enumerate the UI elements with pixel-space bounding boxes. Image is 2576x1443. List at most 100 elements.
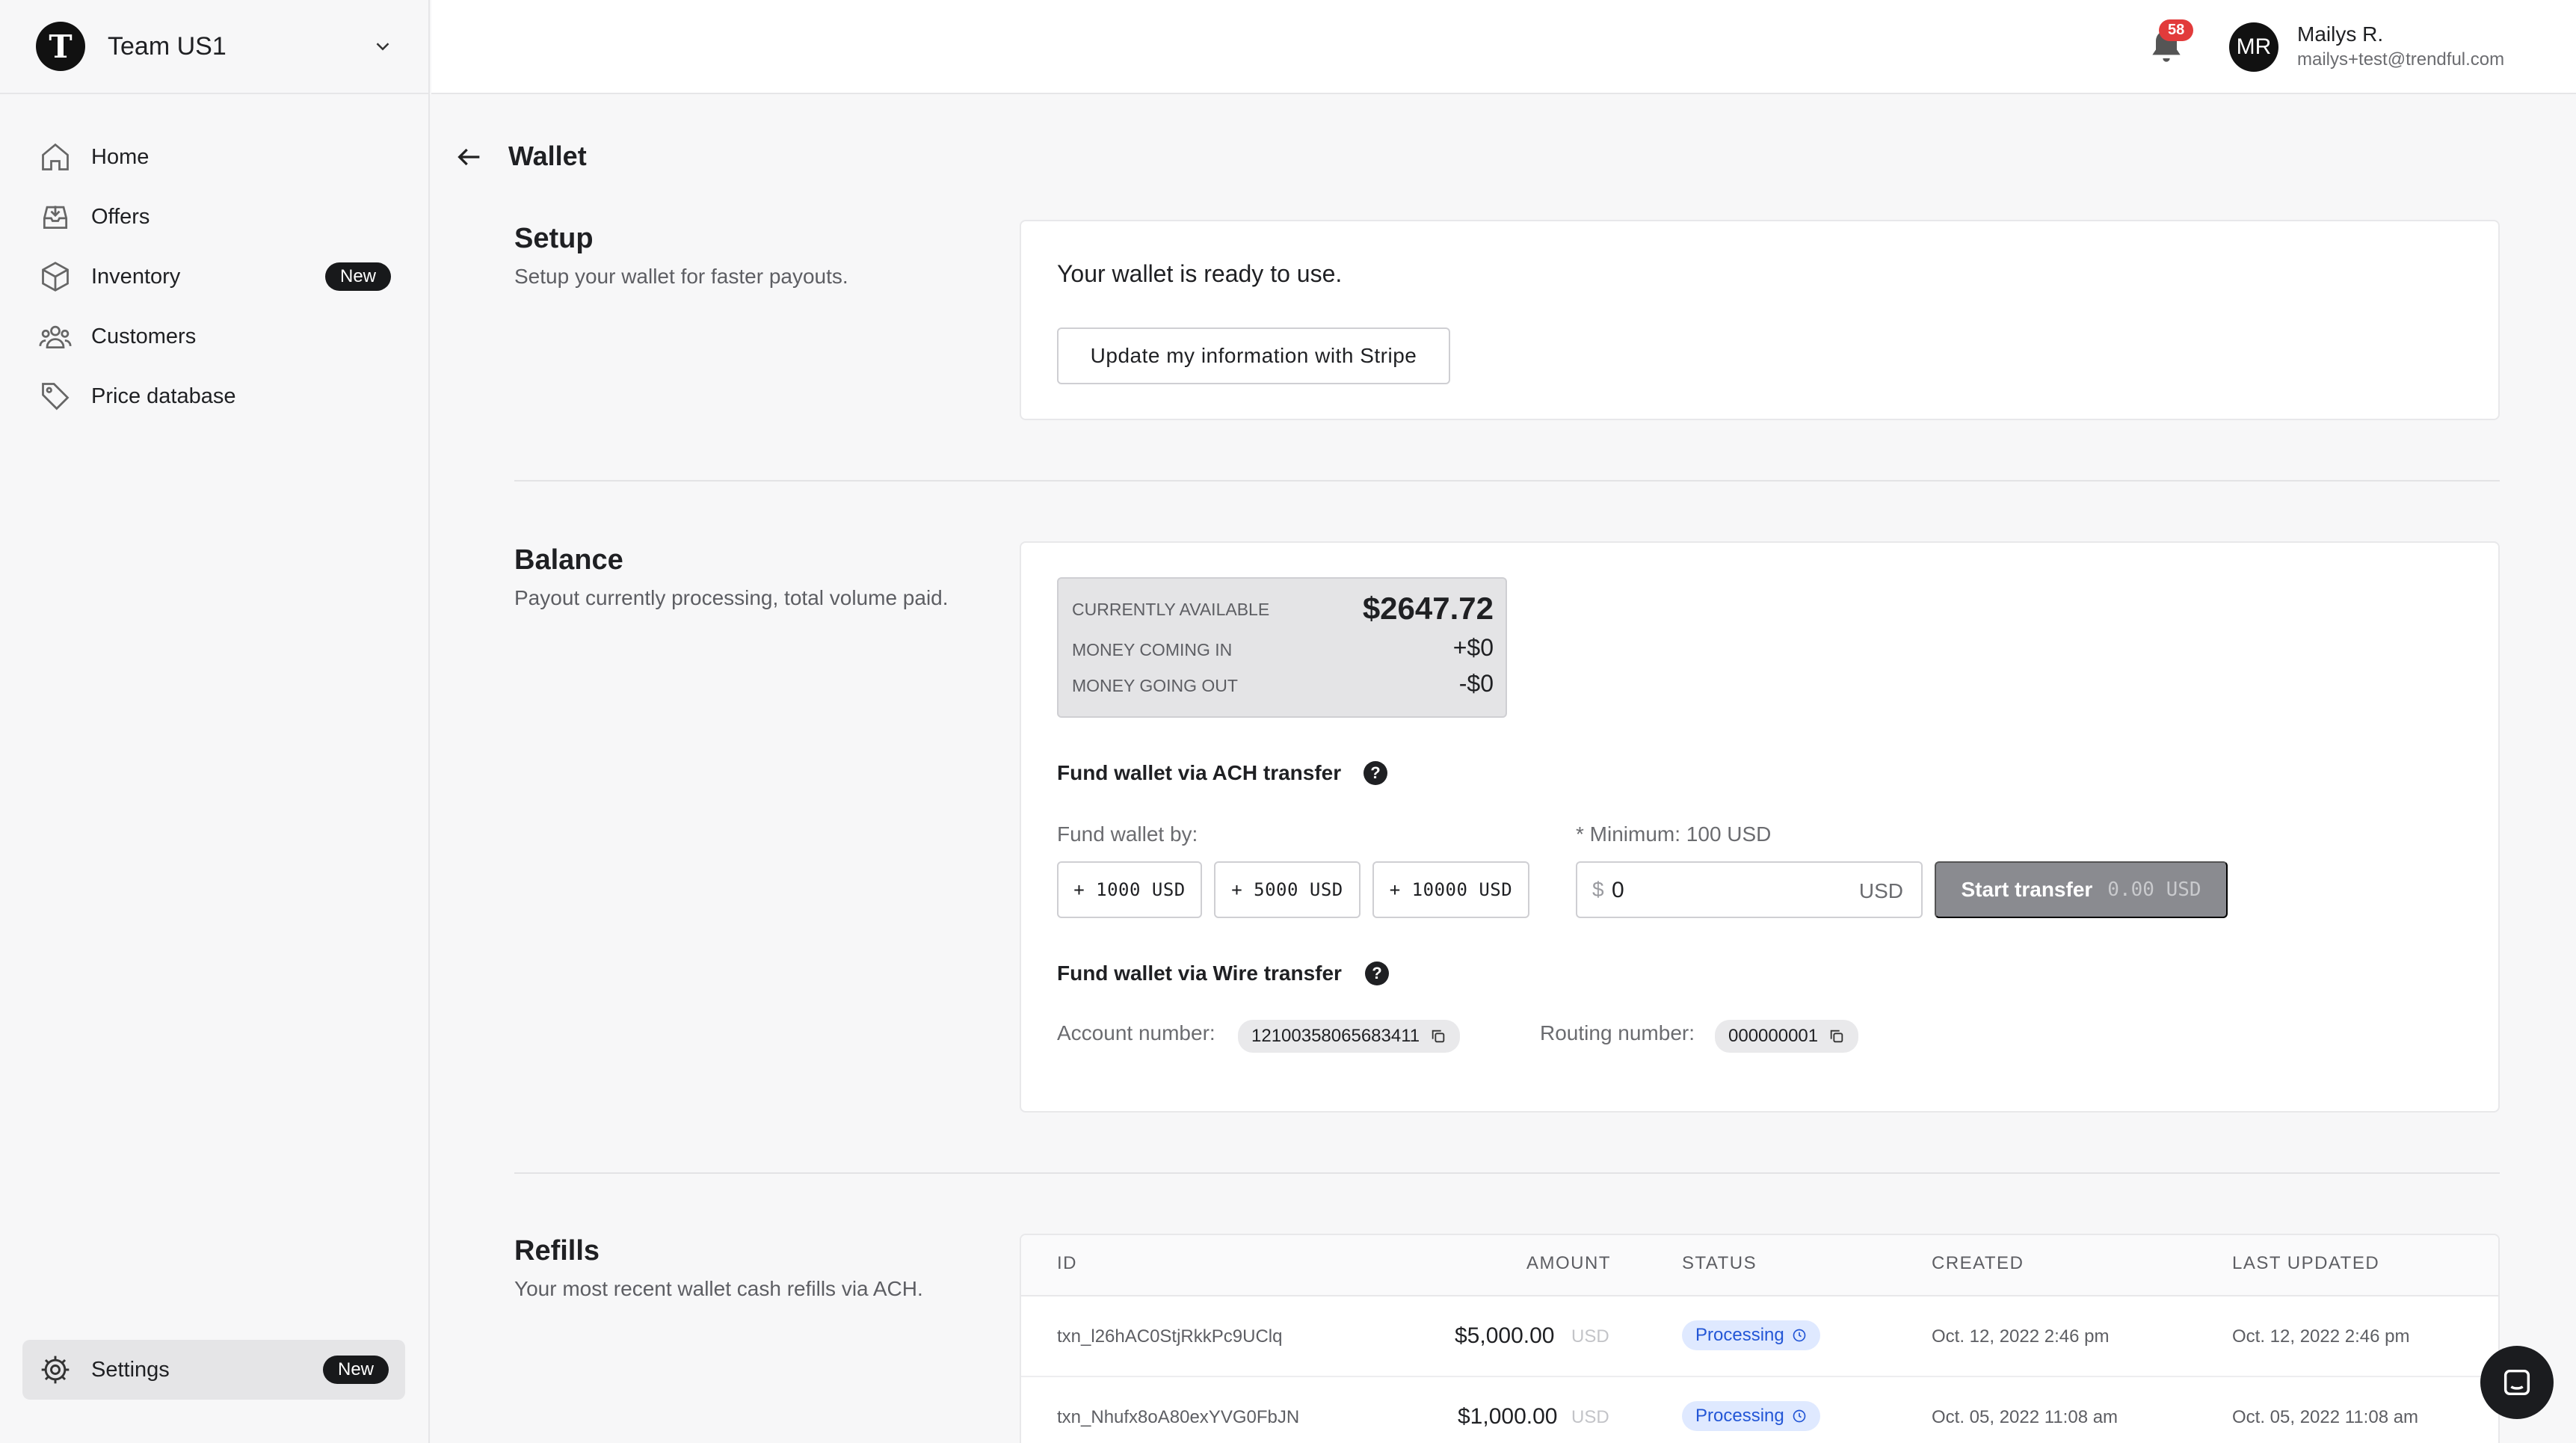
balance-card: CURRENTLY AVAILABLE $2647.72 MONEY COMIN… (1020, 541, 2500, 1113)
setup-section-title: Setup (514, 223, 594, 254)
setup-card: Your wallet is ready to use. Update my i… (1020, 220, 2500, 420)
available-label: CURRENTLY AVAILABLE (1072, 600, 1270, 619)
status-text: Processing (1695, 1406, 1784, 1426)
balance-summary: CURRENTLY AVAILABLE $2647.72 MONEY COMIN… (1057, 577, 1507, 718)
account-number-label: Account number: (1057, 1021, 1215, 1044)
fund-by-label: Fund wallet by: (1057, 822, 1198, 846)
add-5000-button[interactable]: + 5000 USD (1214, 861, 1361, 918)
going-out-label: MONEY GOING OUT (1072, 676, 1238, 695)
refill-amount: $5,000.00 (1455, 1323, 1555, 1348)
routing-number: 000000001 (1728, 1026, 1819, 1046)
column-header-created: CREATED (1932, 1253, 2024, 1273)
inbox-icon (43, 206, 68, 230)
wire-heading: Fund wallet via Wire transfer (1057, 962, 1342, 985)
refill-id: txn_Nhufx8oA80exYVG0FbJN (1057, 1407, 1300, 1427)
sidebar-item-label: Home (91, 144, 150, 169)
refills-section-description: Your most recent wallet cash refills via… (514, 1277, 923, 1300)
balance-section-description: Payout currently processing, total volum… (514, 586, 949, 609)
table-row[interactable]: txn_l26hAC0StjRkkPc9UClq $5,000.00 USD P… (1021, 1296, 2498, 1377)
refills-section-title: Refills (514, 1235, 600, 1267)
account-number-copy[interactable]: 12100358065683411 (1238, 1020, 1461, 1053)
balance-section-title: Balance (514, 544, 623, 576)
avatar[interactable]: MR (2229, 22, 2278, 72)
wallet-ready-text: Your wallet is ready to use. (1057, 260, 1343, 287)
copy-icon (1432, 1030, 1445, 1043)
main-nav: Home Offers Inventory New Customers Pric… (22, 127, 407, 426)
refill-created: Oct. 05, 2022 11:08 am (1932, 1407, 2119, 1427)
coming-in-label: MONEY COMING IN (1072, 640, 1233, 659)
sidebar-item-label: Settings (91, 1357, 170, 1382)
sidebar: T Team US1 Home Offers Inventory New Cus… (0, 0, 430, 1443)
status-badge: Processing (1682, 1320, 1820, 1350)
sidebar-item-label: Inventory (91, 264, 181, 289)
setup-section-description: Setup your wallet for faster payouts. (514, 265, 848, 288)
coming-in-value: +$0 (1452, 634, 1494, 661)
sidebar-item-settings[interactable]: Settings New (22, 1340, 405, 1400)
section-divider (514, 480, 2500, 481)
section-divider (514, 1172, 2500, 1174)
account-number: 12100358065683411 (1251, 1026, 1420, 1046)
refill-currency: USD (1571, 1407, 1609, 1427)
user-email: mailys+test@trendful.com (2297, 49, 2505, 70)
refill-created: Oct. 12, 2022 2:46 pm (1932, 1326, 2110, 1347)
help-icon[interactable]: ? (1364, 761, 1387, 785)
column-header-amount: AMOUNT (1526, 1253, 1611, 1273)
currency-suffix: USD (1858, 879, 1903, 902)
start-transfer-label: Start transfer (1961, 878, 2093, 901)
team-name: Team US1 (108, 31, 227, 61)
copy-icon (1830, 1030, 1843, 1043)
refill-updated: Oct. 12, 2022 2:46 pm (2232, 1326, 2410, 1347)
currency-symbol: $ (1592, 878, 1604, 901)
help-icon[interactable]: ? (1365, 962, 1389, 985)
column-header-last-updated: LAST UPDATED (2232, 1253, 2380, 1273)
users-icon (39, 325, 72, 349)
minimum-label: * Minimum: 100 USD (1576, 822, 1772, 846)
table-header: ID AMOUNT STATUS CREATED LAST UPDATED (1021, 1235, 2498, 1296)
add-1000-button[interactable]: + 1000 USD (1057, 861, 1202, 918)
new-badge: New (322, 1356, 389, 1384)
refill-id: txn_l26hAC0StjRkkPc9UClq (1057, 1326, 1283, 1347)
chat-launcher-button[interactable] (2480, 1346, 2554, 1419)
add-10000-button[interactable]: + 10000 USD (1372, 861, 1529, 918)
table-row[interactable]: txn_Nhufx8oA80exYVG0FbJN $1,000.00 USD P… (1021, 1377, 2498, 1443)
team-switcher[interactable]: T Team US1 (0, 0, 430, 94)
sidebar-item-inventory[interactable]: Inventory New (22, 247, 407, 307)
column-header-status: STATUS (1682, 1253, 1757, 1273)
clock-icon (1793, 1329, 1806, 1342)
column-header-id: ID (1057, 1253, 1077, 1273)
available-value: $2647.72 (1362, 591, 1494, 626)
sidebar-item-offers[interactable]: Offers (22, 187, 407, 247)
new-badge: New (324, 262, 391, 291)
going-out-value: -$0 (1458, 670, 1494, 697)
chevron-down-icon (376, 43, 389, 51)
update-stripe-button[interactable]: Update my information with Stripe (1057, 327, 1450, 384)
clock-icon (1793, 1409, 1806, 1423)
routing-number-copy[interactable]: 000000001 (1715, 1020, 1859, 1053)
sidebar-item-customers[interactable]: Customers (22, 307, 407, 366)
gear-icon (41, 1356, 70, 1384)
sidebar-item-label: Offers (91, 204, 150, 229)
sidebar-item-price-database[interactable]: Price database (22, 366, 407, 426)
sidebar-item-label: Customers (91, 324, 197, 348)
amount-input[interactable]: $ 0 USD (1576, 861, 1923, 918)
refill-updated: Oct. 05, 2022 11:08 am (2232, 1407, 2419, 1427)
sidebar-item-label: Price database (91, 384, 236, 408)
start-transfer-button[interactable]: Start transfer 0.00 USD (1935, 861, 2228, 918)
refills-table: ID AMOUNT STATUS CREATED LAST UPDATED tx… (1020, 1234, 2500, 1443)
user-name: Mailys R. (2297, 22, 2384, 46)
page-title: Wallet (508, 141, 587, 171)
team-logo: T (36, 22, 85, 71)
tag-icon (42, 383, 70, 410)
box-icon (42, 262, 69, 292)
chat-icon (2503, 1369, 2530, 1396)
arrow-left-icon[interactable] (453, 142, 486, 172)
sidebar-item-home[interactable]: Home (22, 127, 407, 187)
refill-amount: $1,000.00 (1458, 1404, 1558, 1429)
status-badge: Processing (1682, 1401, 1820, 1431)
home-icon (42, 143, 69, 170)
notification-count-badge: 58 (2159, 19, 2194, 41)
refill-currency: USD (1571, 1326, 1609, 1347)
transfer-amount: 0.00 USD (2107, 879, 2201, 901)
amount-value: 0 (1612, 878, 1624, 902)
status-text: Processing (1695, 1325, 1784, 1345)
